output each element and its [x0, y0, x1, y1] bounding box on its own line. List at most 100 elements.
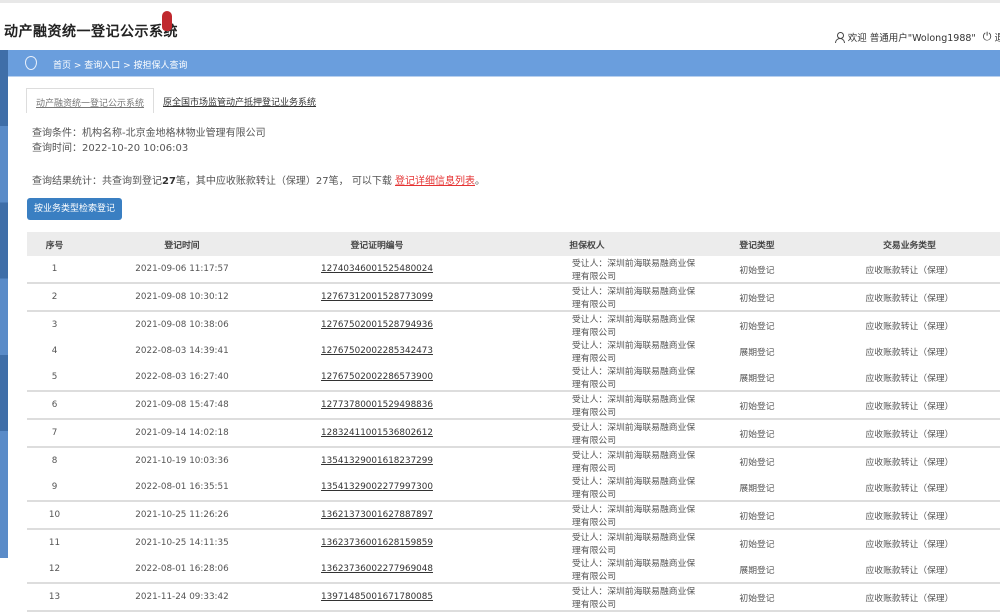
col-business-type-cell: 应收账款转让（保理） — [812, 419, 1000, 448]
cert-number-link[interactable]: 12740346001525480024 — [282, 256, 472, 284]
header-col-secured-party: 担保权人 — [472, 232, 702, 256]
table-row: 8 2021-10-19 10:03:36 13541329001618237299… — [27, 447, 1000, 474]
col-reg-type-cell: 初始登记 — [702, 391, 812, 420]
col-secured-party-cell: 受让人：深圳前海联易融商业保理有限公司 — [472, 256, 702, 284]
col-reg-type-cell: 初始登记 — [702, 583, 812, 612]
col-index-cell: 9 — [27, 474, 82, 502]
table-row: 11 2021-10-25 14:11:35 1362373600162815985… — [27, 529, 1000, 556]
query-time: 查询时间：2022-10-20 10:06:03 — [32, 143, 189, 154]
col-secured-party-cell: 受让人：深圳前海联易融商业保理有限公司 — [472, 364, 702, 392]
query-info: 查询条件：机构名称-北京金地格林物业管理有限公司 查询时间：2022-10-20… — [32, 126, 266, 156]
table-row: 3 2021-09-08 10:38:06 12767502001528794936… — [27, 311, 1000, 338]
col-index-cell: 13 — [27, 583, 82, 612]
col-secured-party-cell: 受让人：深圳前海联易融商业保理有限公司 — [472, 283, 702, 312]
welcome-text: 欢迎 普通用户"Wolong1988" — [847, 33, 976, 44]
col-reg-type-cell: 初始登记 — [702, 419, 812, 448]
result-stats: 查询结果统计：共查询到登记27笔，其中应收账款转让（保理）27笔， 可以下载 登… — [32, 172, 485, 187]
col-secured-party-cell: 受让人：深圳前海联易融商业保理有限公司 — [572, 315, 696, 338]
header-col-business-type: 交易业务类型 — [812, 232, 1000, 256]
col-reg-type-cell: 展期登记 — [702, 556, 812, 584]
tab-legacy-system[interactable]: 原全国市场监管动产抵押登记业务系统 — [154, 88, 325, 113]
stats-suffix: 。 — [475, 176, 486, 187]
cert-number-link[interactable]: 13623736002277969048 — [282, 556, 472, 584]
download-detail-link[interactable]: 登记详细信息列表 — [395, 176, 475, 187]
table-row: 13 2021-11-24 09:33:42 1397148500167178008… — [27, 583, 1000, 612]
power-icon[interactable]: ⏻ — [983, 30, 992, 44]
left-sidebar-strip[interactable] — [0, 50, 8, 558]
col-secured-party-cell: 受让人：深圳前海联易融商业保理有限公司 — [472, 583, 702, 612]
table-row: 5 2022-08-03 16:27:40 12767502002286573900… — [27, 364, 1000, 392]
table-row: 12 2022-08-01 16:28:06 1362373600227796904… — [27, 556, 1000, 584]
cert-number-link[interactable]: 13541329002277997300 — [282, 474, 472, 502]
search-by-type-button[interactable]: 按业务类型检索登记 — [27, 198, 122, 220]
col-reg-type-cell: 初始登记 — [702, 501, 812, 530]
col-reg-time-cell: 2021-10-25 14:11:35 — [135, 538, 229, 548]
col-index-cell: 4 — [51, 346, 58, 356]
cert-number-link[interactable]: 13971485001671780085 — [282, 583, 472, 612]
col-index-cell: 2 — [27, 283, 82, 312]
site-header: 动产融资统一登记公示系统 欢迎 普通用户"Wolong1988" ⏻ 退 — [0, 3, 1000, 50]
col-index-cell: 3 — [51, 320, 58, 330]
stats-count: 27 — [162, 176, 176, 187]
cert-number-link[interactable]: 12767502002286573900 — [282, 364, 472, 392]
header-col-reg-time: 登记时间 — [82, 232, 282, 256]
tab-unified-registry[interactable]: 动产融资统一登记公示系统 — [26, 88, 155, 113]
breadcrumb[interactable]: 首页 > 查询入口 > 按担保人查询 — [53, 58, 188, 71]
logout-link[interactable]: 退 — [994, 30, 1000, 44]
col-business-type-cell: 应收账款转让（保理） — [865, 539, 954, 550]
site-logo[interactable]: 动产融资统一登记公示系统 — [4, 21, 178, 41]
col-business-type-cell: 应收账款转让（保理） — [865, 321, 954, 332]
col-reg-type-cell: 展期登记 — [702, 474, 812, 502]
table-row: 4 2022-08-03 14:39:41 12767502002285342473… — [27, 338, 1000, 364]
header-col-index: 序号 — [27, 232, 82, 256]
cert-number-link[interactable]: 12767502002285342473 — [282, 338, 472, 364]
seal-logo-icon — [162, 11, 172, 31]
cert-number-link[interactable]: 12767312001528773099 — [282, 283, 472, 312]
tab-bar: 动产融资统一登记公示系统 原全国市场监管动产抵押登记业务系统 — [26, 88, 325, 113]
table-row: 7 2021-09-14 14:02:18 12832411001536802612… — [27, 419, 1000, 448]
col-index-cell: 12 — [27, 556, 82, 584]
cert-number-link[interactable]: 13621373001627887897 — [282, 501, 472, 530]
col-index-cell: 10 — [27, 501, 82, 530]
col-business-type-cell: 应收账款转让（保理） — [812, 256, 1000, 284]
cert-number-link[interactable]: 12832411001536802612 — [282, 419, 472, 448]
col-business-type-cell: 应收账款转让（保理） — [812, 283, 1000, 312]
col-index-cell: 1 — [27, 256, 82, 284]
col-reg-time-cell: 2021-09-08 15:47:48 — [82, 391, 282, 420]
col-reg-time-cell: 2022-08-01 16:28:06 — [82, 556, 282, 584]
table-row: 9 2022-08-01 16:35:51 13541329002277997300… — [27, 474, 1000, 502]
col-secured-party-cell: 受让人：深圳前海联易融商业保理有限公司 — [472, 556, 702, 584]
col-business-type-cell: 应收账款转让（保理） — [812, 583, 1000, 612]
col-reg-time-cell: 2021-09-14 14:02:18 — [82, 419, 282, 448]
cert-number-link[interactable]: 12773780001529498836 — [282, 391, 472, 420]
col-secured-party-cell: 受让人：深圳前海联易融商业保理有限公司 — [572, 451, 696, 474]
col-reg-type-cell: 初始登记 — [739, 539, 775, 550]
col-reg-type-cell: 展期登记 — [702, 364, 812, 392]
col-reg-time-cell: 2021-09-08 10:38:06 — [135, 320, 229, 330]
col-reg-time-cell: 2021-09-08 10:30:12 — [82, 283, 282, 312]
table-row: 10 2021-10-25 11:26:26 1362137300162788789… — [27, 501, 1000, 530]
cert-number-link[interactable]: 12767502001528794936 — [282, 311, 472, 338]
col-secured-party-cell: 受让人：深圳前海联易融商业保理有限公司 — [472, 474, 702, 502]
col-secured-party-cell: 受让人：深圳前海联易融商业保理有限公司 — [472, 501, 702, 530]
col-reg-time-cell: 2021-09-06 11:17:57 — [82, 256, 282, 284]
col-secured-party-cell: 受让人：深圳前海联易融商业保理有限公司 — [572, 341, 696, 364]
col-reg-type-cell: 展期登记 — [739, 347, 775, 358]
cert-number-link[interactable]: 13623736001628159859 — [282, 529, 472, 556]
col-reg-time-cell: 2022-08-01 16:35:51 — [82, 474, 282, 502]
cert-number-link[interactable]: 13541329001618237299 — [282, 447, 472, 474]
header-col-cert-no: 登记证明编号 — [282, 232, 472, 256]
col-reg-time-cell: 2022-08-03 14:39:41 — [135, 346, 229, 356]
col-reg-type-cell: 初始登记 — [739, 321, 775, 332]
col-business-type-cell: 应收账款转让（保理） — [812, 391, 1000, 420]
col-reg-time-cell: 2022-08-03 16:27:40 — [82, 364, 282, 392]
col-index-cell: 6 — [27, 391, 82, 420]
col-business-type-cell: 应收账款转让（保理） — [812, 364, 1000, 392]
col-reg-time-cell: 2021-10-19 10:03:36 — [135, 456, 229, 466]
col-business-type-cell: 应收账款转让（保理） — [812, 474, 1000, 502]
col-index-cell: 11 — [48, 538, 61, 548]
col-reg-time-cell: 2021-11-24 09:33:42 — [82, 583, 282, 612]
table-row: 2 2021-09-08 10:30:12 12767312001528773099… — [27, 283, 1000, 312]
user-icon — [834, 32, 845, 43]
col-reg-time-cell: 2021-10-25 11:26:26 — [82, 501, 282, 530]
